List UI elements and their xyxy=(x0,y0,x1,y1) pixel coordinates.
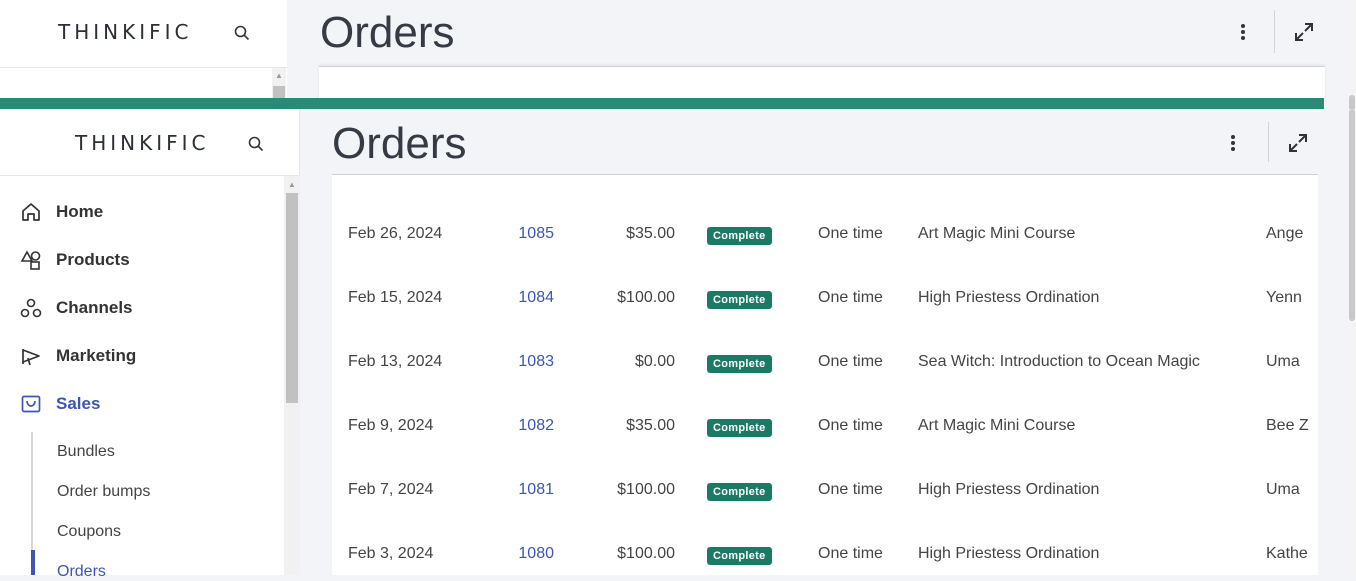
expand-icon[interactable] xyxy=(1288,133,1308,158)
sidebar-item-channels[interactable]: Channels xyxy=(20,294,133,322)
table-row[interactable]: Feb 9, 2024 1082 $35.00 Complete One tim… xyxy=(332,417,1318,481)
sidebar-subitem-coupons[interactable]: Coupons xyxy=(57,523,121,541)
table-row-partial xyxy=(332,175,1318,184)
submenu-active-indicator xyxy=(31,550,35,575)
table-row[interactable]: Feb 13, 2024 1083 $0.00 Complete One tim… xyxy=(332,353,1318,417)
sidebar-item-label: Home xyxy=(56,202,104,221)
sidebar-subitem-order-bumps[interactable]: Order bumps xyxy=(57,483,150,501)
order-date: Feb 26, 2024 xyxy=(348,225,443,242)
sidebar-item-products[interactable]: Products xyxy=(20,246,130,274)
status-badge: Complete xyxy=(707,355,772,373)
sidebar-item-home[interactable]: Home xyxy=(20,198,103,226)
order-product: Art Magic Mini Course xyxy=(918,417,1076,434)
order-type: One time xyxy=(818,481,883,498)
order-type: One time xyxy=(818,417,883,434)
megaphone-icon xyxy=(22,349,40,366)
status-badge: Complete xyxy=(707,291,772,309)
order-id-link[interactable]: 1081 xyxy=(482,481,554,499)
sidebar-item-label: Products xyxy=(56,250,130,269)
order-product: Art Magic Mini Course xyxy=(918,225,1076,242)
header-divider xyxy=(1268,122,1269,162)
table-row[interactable]: Feb 26, 2024 1085 $35.00 Complete One ti… xyxy=(332,225,1318,289)
order-product: Sea Witch: Introduction to Ocean Magic xyxy=(918,353,1200,370)
order-product: High Priestess Ordination xyxy=(918,545,1100,562)
order-product: High Priestess Ordination xyxy=(918,481,1100,498)
table-row[interactable]: Feb 15, 2024 1084 $100.00 Complete One t… xyxy=(332,289,1318,353)
order-customer: Uma xyxy=(1266,353,1300,370)
page-title: Orders xyxy=(320,8,455,57)
order-date: Feb 3, 2024 xyxy=(348,545,434,562)
header-divider xyxy=(1274,10,1275,53)
background-sidebar: THINKIFIC ▲ xyxy=(0,0,287,98)
order-customer: Uma xyxy=(1266,481,1300,498)
order-customer: Ange xyxy=(1266,225,1304,242)
order-id-link[interactable]: 1085 xyxy=(482,225,554,243)
sidebar-divider xyxy=(0,175,300,176)
order-amount: $100.00 xyxy=(617,289,675,306)
sales-icon xyxy=(21,395,41,413)
background-main: Orders xyxy=(287,0,1356,106)
sidebar-divider xyxy=(0,67,287,68)
thinkific-logo: THINKIFIC xyxy=(58,20,193,44)
sidebar-scrollbar[interactable]: ▲ xyxy=(272,68,286,98)
search-icon[interactable] xyxy=(234,25,250,46)
status-badge: Complete xyxy=(707,547,772,565)
status-badge: Complete xyxy=(707,227,772,245)
order-id-link[interactable]: 1083 xyxy=(482,353,554,371)
main-content: Orders Feb 26, 2024 1085 $35.00 Complete… xyxy=(300,109,1356,575)
sidebar-item-label: Channels xyxy=(56,298,133,317)
order-date: Feb 15, 2024 xyxy=(348,289,443,306)
orders-table: Feb 26, 2024 1085 $35.00 Complete One ti… xyxy=(332,174,1318,575)
status-badge: Complete xyxy=(707,419,772,437)
sidebar-subitem-orders[interactable]: Orders xyxy=(57,563,106,581)
products-icon xyxy=(20,250,41,270)
order-type: One time xyxy=(818,289,883,306)
table-row[interactable]: Feb 7, 2024 1081 $100.00 Complete One ti… xyxy=(332,481,1318,545)
order-type: One time xyxy=(818,353,883,370)
accent-bar xyxy=(0,98,1324,109)
order-id-link[interactable]: 1082 xyxy=(482,417,554,435)
expand-icon[interactable] xyxy=(1294,22,1314,47)
order-id-link[interactable]: 1084 xyxy=(482,289,554,307)
search-icon[interactable] xyxy=(248,136,264,157)
kebab-menu-icon[interactable] xyxy=(1230,133,1236,158)
page-title: Orders xyxy=(332,119,467,168)
order-id-link[interactable]: 1080 xyxy=(482,545,554,563)
order-date: Feb 7, 2024 xyxy=(348,481,434,498)
order-customer: Yenn xyxy=(1266,289,1302,306)
order-product: High Priestess Ordination xyxy=(918,289,1100,306)
thinkific-logo: THINKIFIC xyxy=(75,131,210,155)
order-customer: Kathe xyxy=(1266,545,1308,562)
sidebar-item-label: Sales xyxy=(56,394,101,413)
channels-icon xyxy=(20,298,42,318)
sidebar-item-label: Marketing xyxy=(56,346,137,365)
order-date: Feb 13, 2024 xyxy=(348,353,443,370)
order-amount: $35.00 xyxy=(626,225,675,242)
table-row[interactable]: Feb 3, 2024 1080 $100.00 Complete One ti… xyxy=(332,545,1318,575)
status-badge: Complete xyxy=(707,483,772,501)
order-amount: $100.00 xyxy=(617,545,675,562)
home-icon xyxy=(22,203,40,221)
order-type: One time xyxy=(818,545,883,562)
order-date: Feb 9, 2024 xyxy=(348,417,434,434)
order-customer: Bee Z xyxy=(1266,417,1309,434)
order-amount: $0.00 xyxy=(634,353,675,370)
sidebar-item-marketing[interactable]: Marketing xyxy=(20,342,136,370)
sidebar-item-sales[interactable]: Sales xyxy=(20,390,100,418)
kebab-menu-icon[interactable] xyxy=(1240,22,1246,47)
sidebar-scrollbar[interactable]: ▲ xyxy=(284,176,300,575)
sidebar: THINKIFIC Home Products Channels Marketi… xyxy=(0,109,300,580)
page-scrollbar[interactable] xyxy=(1348,109,1356,575)
order-type: One time xyxy=(818,225,883,242)
sidebar-subitem-bundles[interactable]: Bundles xyxy=(57,443,115,461)
order-amount: $35.00 xyxy=(626,417,675,434)
order-amount: $100.00 xyxy=(617,481,675,498)
